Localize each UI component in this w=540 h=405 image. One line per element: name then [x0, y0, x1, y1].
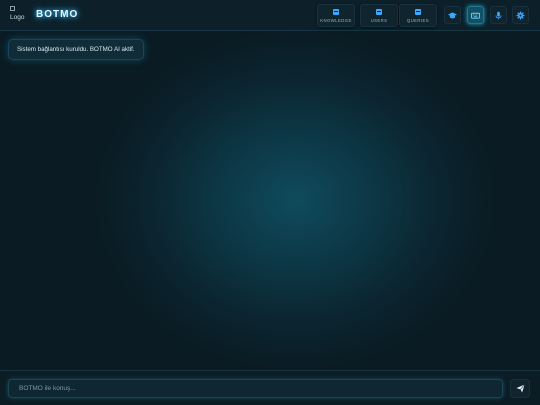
nav-label: KNOWLEDGE	[320, 17, 352, 23]
app-root: Logo BOTMO KNOWLEDGE USERS QUERIES Siste…	[0, 0, 540, 405]
system-message: Sistem bağlantısı kuruldu. BOTMO AI akti…	[8, 39, 144, 60]
composer-bar	[0, 370, 540, 405]
settings-button[interactable]	[512, 6, 529, 24]
graduation-cap-icon	[448, 11, 457, 18]
keyboard-icon	[471, 12, 480, 19]
logo-image: Logo	[10, 6, 30, 21]
database-icon	[415, 8, 421, 15]
brand-title: BOTMO	[36, 9, 79, 20]
nav-label: USERS	[370, 17, 388, 23]
database-icon	[376, 8, 382, 15]
paper-plane-icon	[515, 384, 525, 393]
nav-button-users[interactable]: USERS	[360, 4, 398, 27]
nav-button-knowledge[interactable]: KNOWLEDGE	[317, 4, 355, 27]
keyboard-mode-button[interactable]	[467, 6, 484, 24]
database-icon	[333, 8, 339, 15]
nav-label: QUERIES	[406, 17, 430, 23]
send-button[interactable]	[510, 379, 530, 398]
microphone-icon	[495, 11, 502, 19]
voice-button[interactable]	[490, 6, 507, 24]
chat-input[interactable]	[8, 379, 503, 398]
logo-alt-text: Logo	[10, 14, 25, 21]
training-button[interactable]	[444, 6, 461, 24]
top-bar: Logo BOTMO KNOWLEDGE USERS QUERIES	[0, 0, 540, 31]
nav-button-queries[interactable]: QUERIES	[399, 4, 437, 27]
gear-icon	[516, 11, 525, 19]
broken-image-icon	[10, 6, 15, 11]
